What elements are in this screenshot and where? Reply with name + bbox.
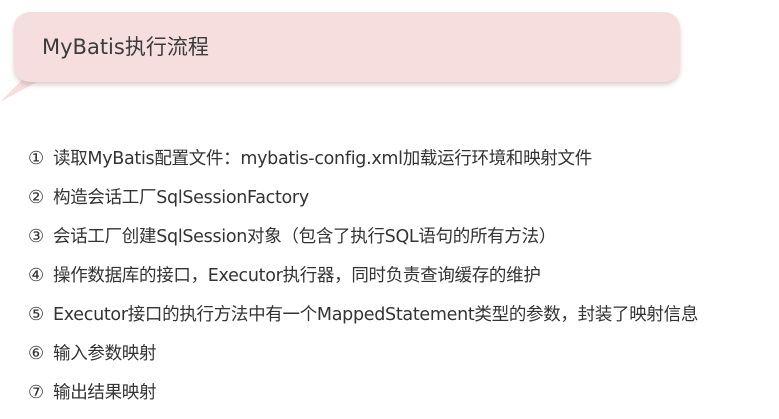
list-item: ② 构造会话工厂SqlSessionFactory <box>28 183 776 222</box>
step-text: 操作数据库的接口，Executor执行器，同时负责查询缓存的维护 <box>53 266 541 286</box>
step-number: ⑥ <box>28 343 45 364</box>
list-item: ① 读取MyBatis配置文件：mybatis-config.xml加载运行环境… <box>28 144 776 183</box>
slide: MyBatis执行流程 ① 读取MyBatis配置文件：mybatis-conf… <box>0 0 779 419</box>
step-number: ② <box>28 187 45 208</box>
list-item: ④ 操作数据库的接口，Executor执行器，同时负责查询缓存的维护 <box>28 261 776 300</box>
steps-list: ① 读取MyBatis配置文件：mybatis-config.xml加载运行环境… <box>28 144 776 417</box>
step-number: ③ <box>28 226 45 247</box>
list-item: ⑦ 输出结果映射 <box>28 378 776 417</box>
list-item: ⑤ Executor接口的执行方法中有一个MappedStatement类型的参… <box>28 300 776 339</box>
step-number: ⑤ <box>28 304 45 325</box>
step-text: Executor接口的执行方法中有一个MappedStatement类型的参数，… <box>53 305 699 325</box>
step-number: ① <box>28 148 45 169</box>
list-item: ⑥ 输入参数映射 <box>28 339 776 378</box>
step-text: 会话工厂创建SqlSession对象（包含了执行SQL语句的所有方法） <box>53 227 556 247</box>
step-text: 读取MyBatis配置文件：mybatis-config.xml加载运行环境和映… <box>53 149 592 169</box>
list-item: ③ 会话工厂创建SqlSession对象（包含了执行SQL语句的所有方法） <box>28 222 776 261</box>
step-text: 输入参数映射 <box>53 344 157 364</box>
slide-title: MyBatis执行流程 <box>42 35 209 59</box>
step-number: ④ <box>28 265 45 286</box>
step-text: 输出结果映射 <box>53 383 157 403</box>
step-number: ⑦ <box>28 382 45 403</box>
step-text: 构造会话工厂SqlSessionFactory <box>53 188 309 208</box>
